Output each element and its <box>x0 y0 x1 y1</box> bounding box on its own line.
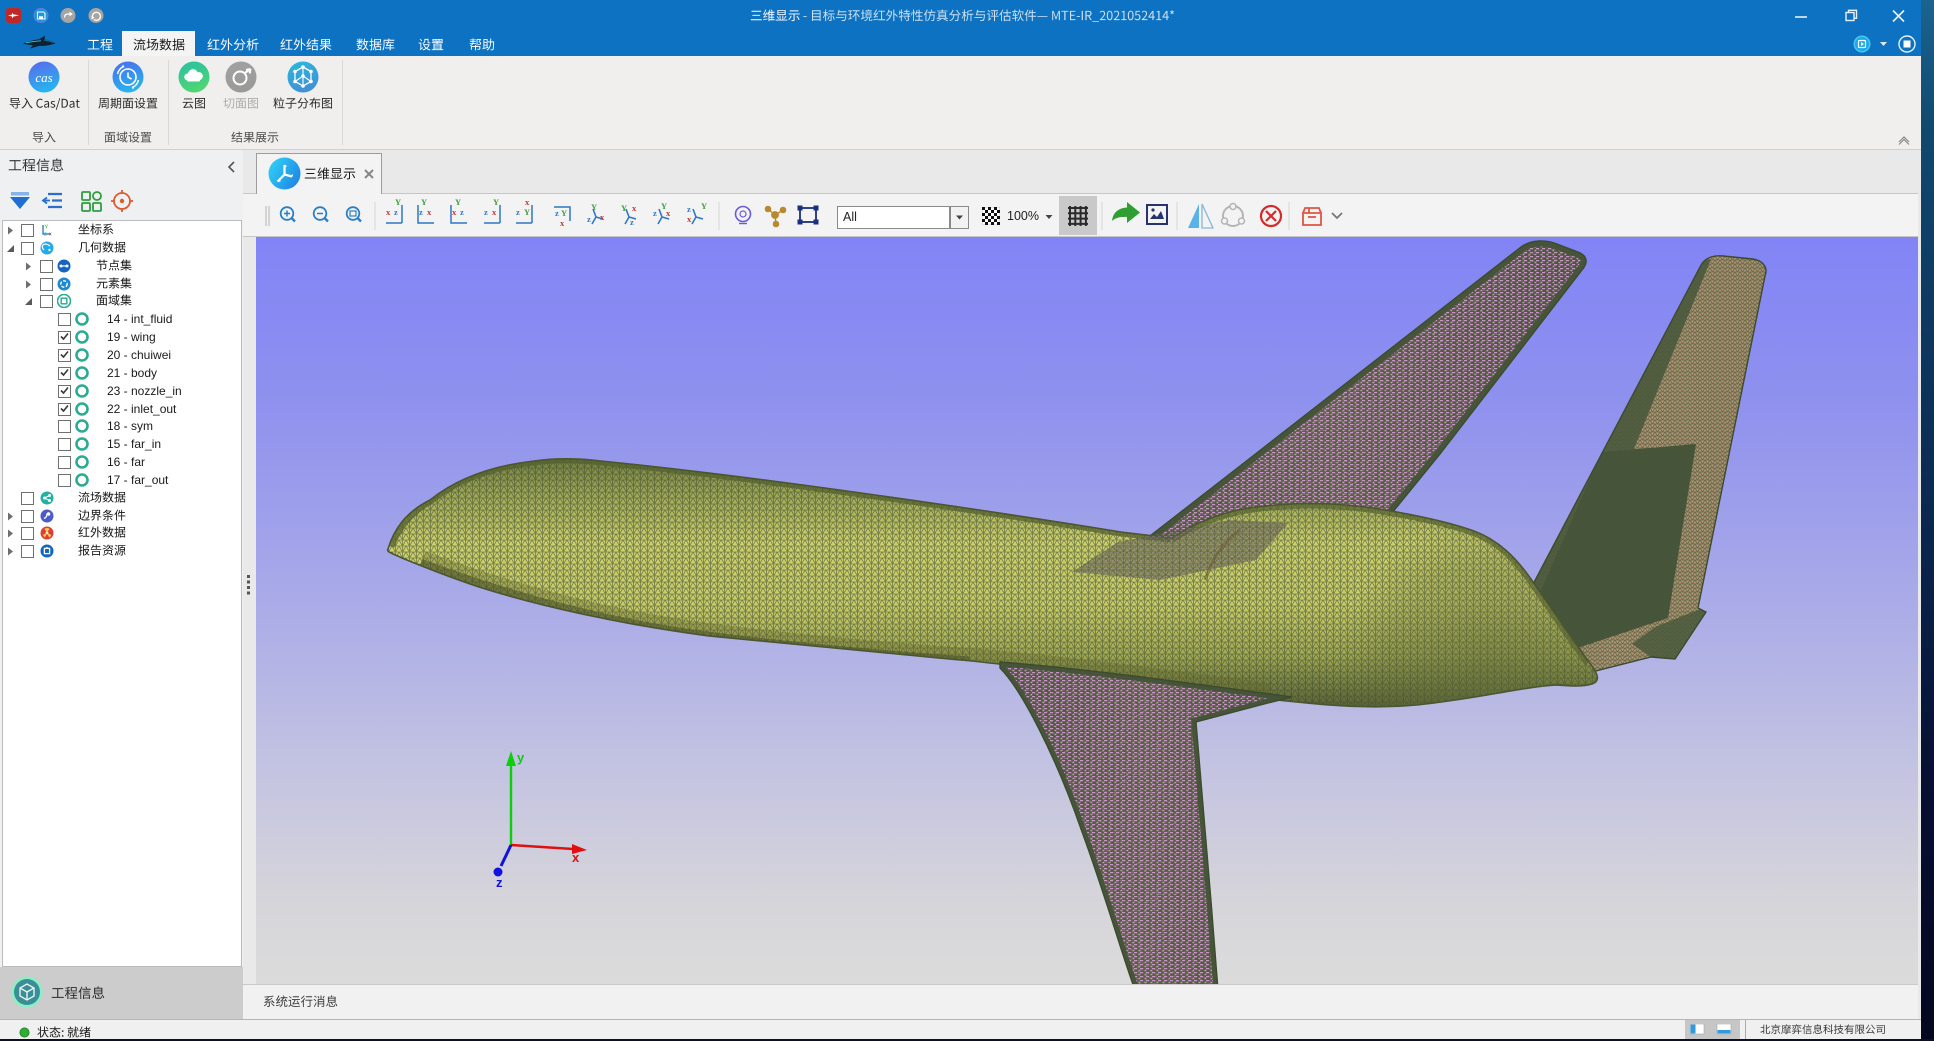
svg-text:Y: Y <box>591 202 597 212</box>
svg-text:x: x <box>492 207 497 217</box>
svg-text:x: x <box>427 207 432 217</box>
svg-text:z: z <box>687 204 691 214</box>
svg-text:Y: Y <box>524 207 530 217</box>
svg-text:x: x <box>572 850 580 865</box>
svg-text:Y: Y <box>493 197 499 207</box>
svg-text:z: z <box>484 207 488 217</box>
svg-text:x: x <box>560 218 565 228</box>
svg-text:z: z <box>419 207 423 217</box>
svg-text:x: x <box>687 214 692 224</box>
svg-text:x: x <box>452 207 457 217</box>
svg-text:Y: Y <box>395 197 401 207</box>
svg-text:z: z <box>460 207 464 217</box>
svg-text:Y: Y <box>455 197 461 207</box>
svg-text:z: z <box>630 217 634 227</box>
svg-text:Y: Y <box>421 197 427 207</box>
svg-text:Y: Y <box>701 201 707 211</box>
svg-text:x: x <box>525 197 530 207</box>
svg-text:y: y <box>517 750 525 765</box>
svg-text:z: z <box>587 214 591 224</box>
svg-text:z: z <box>653 208 657 218</box>
svg-text:x: x <box>666 208 671 218</box>
svg-text:z: z <box>555 208 559 218</box>
svg-text:Y: Y <box>621 203 627 213</box>
svg-text:x: x <box>600 212 605 222</box>
svg-text:x: x <box>386 207 391 217</box>
svg-text:z: z <box>394 207 398 217</box>
svg-text:z: z <box>496 875 503 890</box>
svg-text:z: z <box>516 207 520 217</box>
svg-text:x: x <box>632 203 637 213</box>
svg-text:Y: Y <box>561 208 567 218</box>
